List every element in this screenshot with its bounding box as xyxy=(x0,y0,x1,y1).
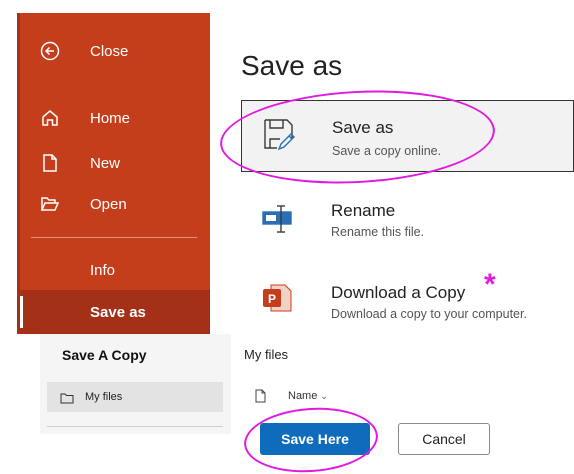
sidebar-item-info[interactable]: Info xyxy=(17,250,210,290)
option-subtitle: Rename this file. xyxy=(331,225,425,239)
save-as-icon xyxy=(262,117,296,153)
home-icon xyxy=(39,107,61,129)
sidebar-item-home[interactable]: Home xyxy=(17,98,210,138)
file-type-icon xyxy=(255,389,266,403)
sidebar-item-new[interactable]: New xyxy=(17,143,210,183)
sidebar-item-label: Info xyxy=(90,261,116,279)
dialog-title: Save A Copy xyxy=(62,347,147,363)
sidebar-divider xyxy=(31,237,197,238)
option-title: Save as xyxy=(332,118,394,137)
back-arrow-icon xyxy=(39,40,61,62)
save-copy-locations-pane: Save A Copy My files xyxy=(40,334,231,434)
rename-icon xyxy=(261,201,295,237)
sidebar-item-label: Open xyxy=(90,195,127,213)
page-title: Save as xyxy=(241,50,343,81)
option-title: Rename xyxy=(331,201,396,220)
open-folder-icon xyxy=(39,193,61,215)
locations-divider xyxy=(47,426,223,427)
folder-icon xyxy=(60,391,74,404)
selected-indicator xyxy=(20,296,23,328)
option-subtitle: Download a copy to your computer. xyxy=(331,307,527,321)
cancel-button[interactable]: Cancel xyxy=(398,423,490,455)
option-title: Download a Copy xyxy=(331,283,466,302)
chevron-down-icon: ⌄ xyxy=(320,391,328,401)
sidebar-item-close[interactable]: Close xyxy=(17,31,210,71)
sidebar-item-open[interactable]: Open xyxy=(17,184,210,224)
sidebar-item-label: Home xyxy=(90,109,131,127)
option-subtitle: Save a copy online. xyxy=(332,144,442,158)
name-column-header[interactable]: Name ⌄ xyxy=(288,390,328,402)
sidebar-item-label: New xyxy=(90,154,121,172)
sidebar-item-save-as[interactable]: Save as xyxy=(17,290,210,334)
powerpoint-file-icon: P xyxy=(261,279,295,315)
annotation-asterisk: * xyxy=(484,268,496,301)
sidebar-item-label: Close xyxy=(90,42,129,60)
download-copy-option[interactable]: P Download a Copy Download a copy to you… xyxy=(241,263,574,335)
rename-option[interactable]: Rename Rename this file. xyxy=(241,185,574,257)
backstage-sidebar: Close Home New Open Info Save as xyxy=(17,13,210,334)
name-column-label: Name xyxy=(288,390,318,402)
new-document-icon xyxy=(39,152,61,174)
save-here-button[interactable]: Save Here xyxy=(260,423,370,455)
sidebar-item-label: Save as xyxy=(90,303,146,321)
location-label: My files xyxy=(85,391,123,403)
save-as-option[interactable]: Save as Save a copy online. xyxy=(241,100,574,172)
svg-text:P: P xyxy=(268,292,276,306)
files-heading: My files xyxy=(244,347,289,362)
location-my-files[interactable]: My files xyxy=(47,382,223,412)
